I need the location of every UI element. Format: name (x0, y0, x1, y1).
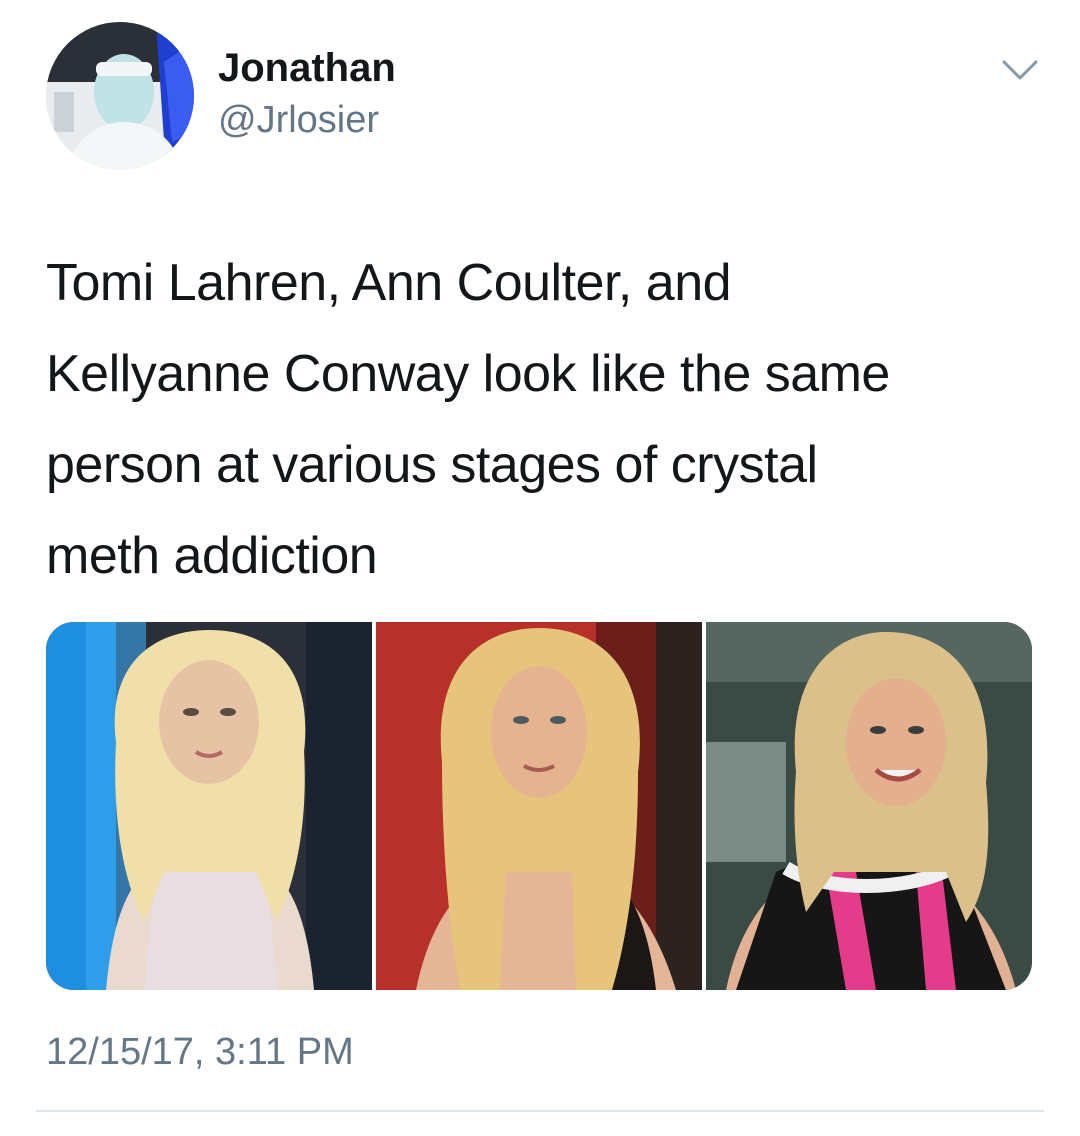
avatar[interactable] (46, 22, 194, 170)
divider (36, 1110, 1044, 1112)
display-name[interactable]: Jonathan (218, 44, 396, 92)
user-handle[interactable]: @Jrlosier (218, 96, 379, 144)
tweet-text-line: Tomi Lahren, Ann Coulter, and (46, 254, 732, 312)
tweet-timestamp[interactable]: 12/15/17, 3:11 PM (46, 1028, 354, 1076)
media-grid (46, 622, 1032, 990)
photo-2-blonde-woman-red-background[interactable] (376, 622, 702, 990)
tweet-text-line: Kellyanne Conway look like the same (46, 345, 890, 403)
tweet-text: Tomi Lahren, Ann Coulter, and Kellyanne … (46, 238, 1036, 602)
photo-3-blonde-woman-smiling[interactable] (706, 622, 1032, 990)
chevron-down-icon[interactable] (1000, 56, 1040, 86)
tweet-text-line: person at various stages of crystal (46, 436, 818, 494)
tweet-text-line: meth addiction (46, 527, 378, 585)
photo-1-blonde-woman-tv-studio[interactable] (46, 622, 372, 990)
